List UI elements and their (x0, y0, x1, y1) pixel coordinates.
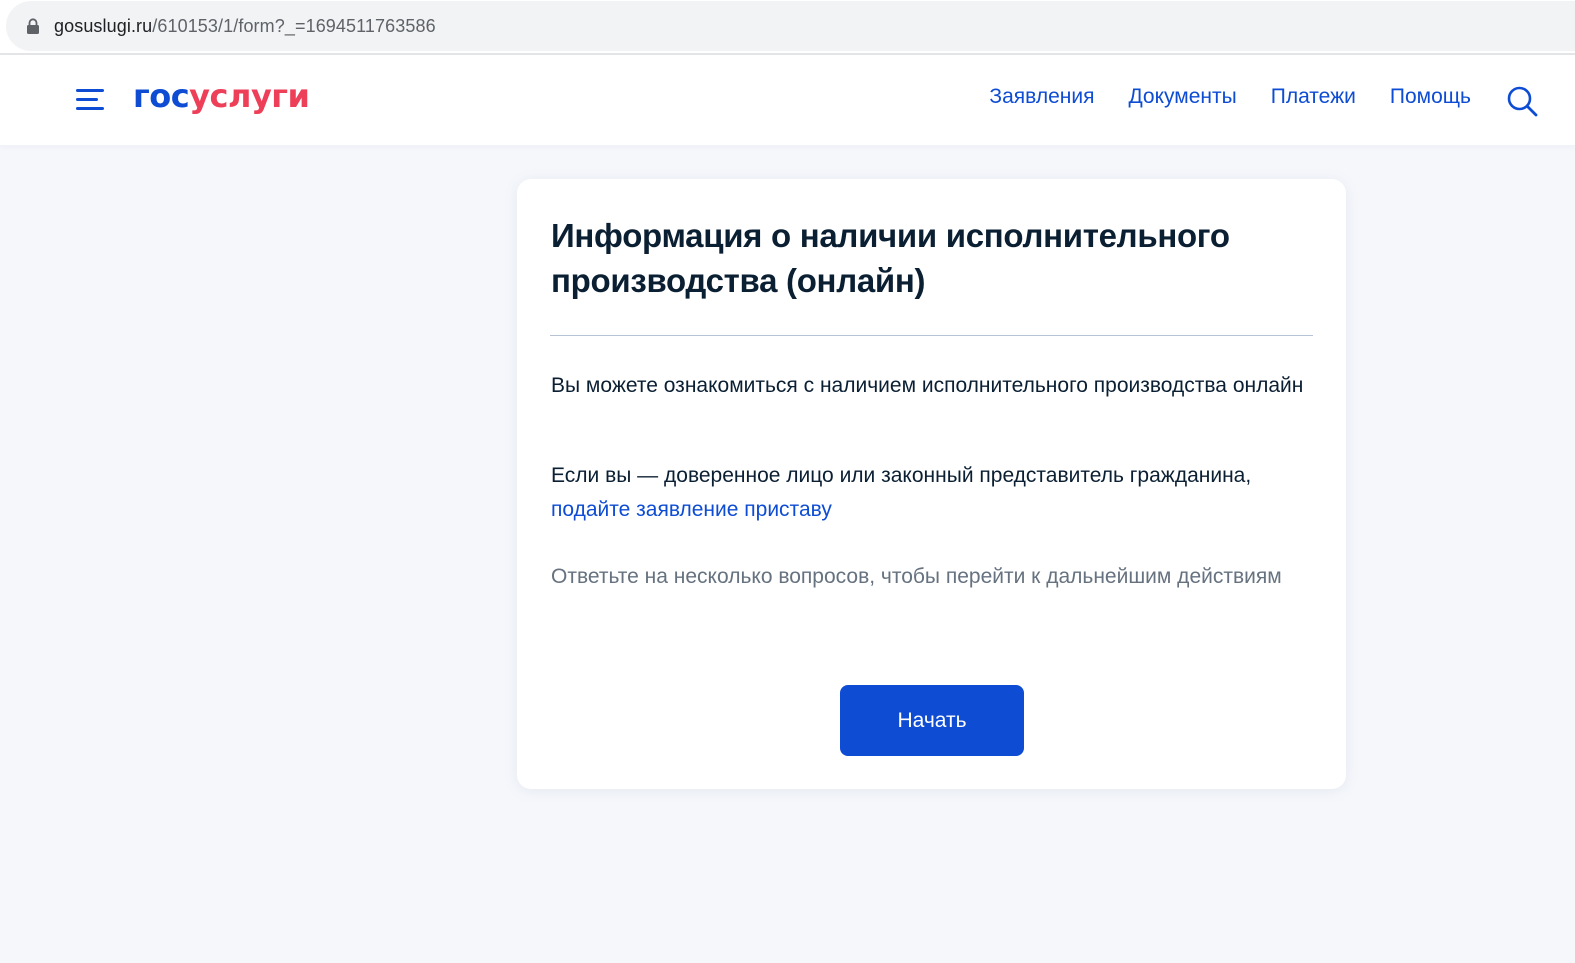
search-icon[interactable] (1506, 85, 1538, 117)
menu-icon[interactable] (76, 87, 106, 113)
start-button[interactable]: Начать (840, 685, 1024, 756)
logo-part-gos: гос (133, 77, 190, 115)
nav-applications[interactable]: Заявления (989, 85, 1094, 109)
page: gosuslugi.ru/610153/1/form?_=16945117635… (0, 0, 1575, 963)
service-card: Информация о наличии исполнительного про… (517, 179, 1346, 789)
main-content: Информация о наличии исполнительного про… (0, 145, 1575, 963)
url-domain: gosuslugi.ru (54, 15, 153, 36)
site-header: госуслуги Заявления Документы Платежи По… (0, 55, 1575, 145)
address-bar[interactable]: gosuslugi.ru/610153/1/form?_=16945117635… (6, 1, 1575, 51)
title-divider (550, 335, 1313, 336)
submit-to-bailiff-link[interactable]: подайте заявление приставу (551, 498, 832, 521)
logo-part-uslugi: услуги (189, 77, 310, 115)
nav-help[interactable]: Помощь (1390, 85, 1471, 109)
hint-text: Ответьте на несколько вопросов, чтобы пе… (551, 565, 1282, 588)
url-path: /610153/1/form?_=1694511763586 (152, 15, 436, 36)
intro-text: Вы можете ознакомиться с наличием исполн… (551, 374, 1304, 397)
nav-payments[interactable]: Платежи (1271, 85, 1356, 109)
representative-text-body: Если вы — доверенное лицо или законный п… (551, 464, 1252, 487)
main-nav: Заявления Документы Платежи Помощь (989, 85, 1471, 109)
gosuslugi-logo[interactable]: госуслуги (133, 77, 310, 115)
url-text: gosuslugi.ru/610153/1/form?_=16945117635… (54, 16, 436, 37)
lock-icon (27, 18, 39, 34)
nav-documents[interactable]: Документы (1128, 85, 1236, 109)
page-title: Информация о наличии исполнительного про… (551, 217, 1230, 299)
representative-text: Если вы — доверенное лицо или законный п… (551, 459, 1311, 527)
